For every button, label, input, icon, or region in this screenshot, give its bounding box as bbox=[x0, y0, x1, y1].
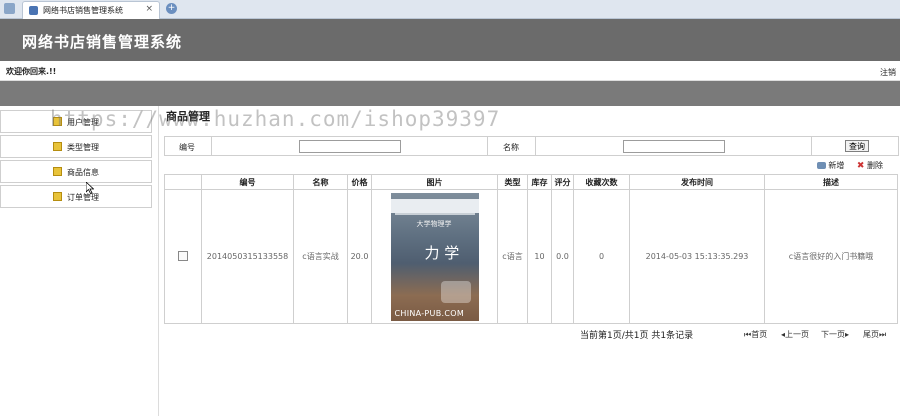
app-header: 网络书店销售管理系统 bbox=[0, 19, 900, 61]
cover-subtitle-text: 力 学 bbox=[424, 243, 460, 262]
col-select bbox=[164, 174, 202, 190]
col-favorites: 收藏次数 bbox=[573, 174, 630, 190]
sidebar-item-types[interactable]: 类型管理 bbox=[0, 135, 152, 158]
table-row[interactable]: 2014050315133558 c语言实战 20.0 大学物理学 力 学 CH… bbox=[164, 189, 898, 324]
divider bbox=[811, 137, 812, 155]
col-publish-time: 发布时间 bbox=[629, 174, 765, 190]
cover-band bbox=[394, 212, 475, 215]
number-cell: 2014050315133558 bbox=[201, 189, 294, 324]
stock-cell: 10 bbox=[527, 189, 552, 324]
nav-bar bbox=[0, 81, 900, 106]
delete-icon: ✖ bbox=[856, 161, 865, 171]
next-page-link[interactable]: 下一页▸ bbox=[821, 329, 849, 340]
name-label: 名称 bbox=[503, 143, 519, 152]
price-cell: 20.0 bbox=[347, 189, 372, 324]
query-button[interactable]: 查询 bbox=[845, 140, 869, 152]
col-type: 类型 bbox=[497, 174, 528, 190]
folder-icon bbox=[53, 167, 62, 176]
app-title: 网络书店销售管理系统 bbox=[22, 33, 183, 51]
type-cell: c语言 bbox=[497, 189, 528, 324]
delete-button[interactable]: ✖ 删除 bbox=[857, 160, 883, 171]
browser-tab-strip: 网络书店销售管理系统 × + bbox=[0, 0, 900, 19]
table-header-row: 编号 名称 价格 图片 类型 库存 评分 收藏次数 发布时间 描述 bbox=[164, 174, 898, 190]
divider bbox=[211, 137, 212, 155]
last-page-link[interactable]: 尾页⏭ bbox=[863, 329, 886, 340]
mouse-cursor-icon bbox=[86, 182, 94, 194]
add-icon bbox=[817, 162, 827, 169]
cover-decoration bbox=[440, 280, 471, 303]
col-stock: 库存 bbox=[527, 174, 552, 190]
description-cell: c语言很好的入门书籍哦 bbox=[764, 189, 898, 324]
folder-icon bbox=[53, 142, 62, 151]
number-label: 编号 bbox=[179, 143, 195, 152]
sidebar-item-users[interactable]: 用户管理 bbox=[0, 110, 152, 133]
sidebar-divider bbox=[158, 106, 159, 416]
logout-link[interactable]: 注销 bbox=[880, 67, 896, 78]
welcome-text: 欢迎你回来.!! bbox=[6, 67, 57, 76]
browser-tab[interactable]: 网络书店销售管理系统 × bbox=[22, 1, 160, 19]
col-number: 编号 bbox=[201, 174, 294, 190]
sidebar-menu: 用户管理 类型管理 商品信息 订单管理 bbox=[0, 110, 152, 210]
publish-time-cell: 2014-05-03 15:13:35.293 bbox=[629, 189, 765, 324]
first-page-label: 首页 bbox=[751, 330, 768, 339]
tab-close-icon[interactable]: × bbox=[145, 4, 153, 14]
browser-app-icon[interactable] bbox=[4, 3, 15, 14]
delete-label: 删除 bbox=[867, 161, 883, 170]
book-cover-image: 大学物理学 力 学 CHINA-PUB.COM bbox=[390, 192, 479, 321]
favorites-cell: 0 bbox=[573, 189, 630, 324]
divider bbox=[487, 137, 488, 155]
sidebar-item-products[interactable]: 商品信息 bbox=[0, 160, 152, 183]
add-button[interactable]: 新增 bbox=[817, 160, 844, 171]
page-favicon-icon bbox=[29, 6, 38, 15]
sidebar-item-orders[interactable]: 订单管理 bbox=[0, 185, 152, 208]
name-search-input[interactable] bbox=[623, 140, 725, 153]
col-name: 名称 bbox=[293, 174, 348, 190]
image-cell: 大学物理学 力 学 CHINA-PUB.COM bbox=[371, 189, 498, 324]
name-cell: c语言实战 bbox=[293, 189, 348, 324]
product-table: 编号 名称 价格 图片 类型 库存 评分 收藏次数 发布时间 描述 201405… bbox=[164, 174, 898, 324]
page-info: 当前第1页/共1页 共1条记录 bbox=[580, 331, 694, 341]
col-price: 价格 bbox=[347, 174, 372, 190]
score-cell: 0.0 bbox=[551, 189, 574, 324]
browser-tab-title: 网络书店销售管理系统 bbox=[43, 6, 123, 15]
prev-page-label: 上一页 bbox=[785, 330, 810, 339]
sidebar-item-label: 商品信息 bbox=[67, 168, 99, 177]
page-title: 商品管理 bbox=[166, 110, 210, 123]
welcome-bar: 欢迎你回来.!! 注销 bbox=[0, 61, 900, 81]
select-cell bbox=[164, 189, 202, 324]
col-image: 图片 bbox=[371, 174, 498, 190]
col-score: 评分 bbox=[551, 174, 574, 190]
sidebar-item-label: 用户管理 bbox=[67, 118, 99, 127]
cover-band bbox=[390, 198, 479, 213]
divider bbox=[535, 137, 536, 155]
next-page-label: 下一页 bbox=[821, 330, 845, 339]
sidebar-item-label: 订单管理 bbox=[67, 193, 99, 202]
new-tab-icon[interactable]: + bbox=[166, 3, 177, 14]
cover-title-text: 大学物理学 bbox=[416, 219, 452, 228]
folder-icon bbox=[53, 117, 62, 126]
table-actions: 新增 ✖ 删除 bbox=[807, 160, 883, 171]
last-page-label: 尾页 bbox=[863, 330, 879, 339]
prev-page-link[interactable]: ◂上一页 bbox=[781, 329, 809, 340]
sidebar-item-label: 类型管理 bbox=[67, 143, 99, 152]
number-search-input[interactable] bbox=[299, 140, 401, 153]
cover-publisher-mark: CHINA-PUB.COM bbox=[394, 308, 465, 318]
add-label: 新增 bbox=[828, 161, 845, 170]
row-checkbox[interactable] bbox=[178, 250, 188, 261]
col-description: 描述 bbox=[764, 174, 898, 190]
search-form: 编号 名称 查询 bbox=[164, 136, 899, 156]
folder-icon bbox=[53, 192, 62, 201]
first-page-link[interactable]: ⏮首页 bbox=[744, 329, 767, 340]
